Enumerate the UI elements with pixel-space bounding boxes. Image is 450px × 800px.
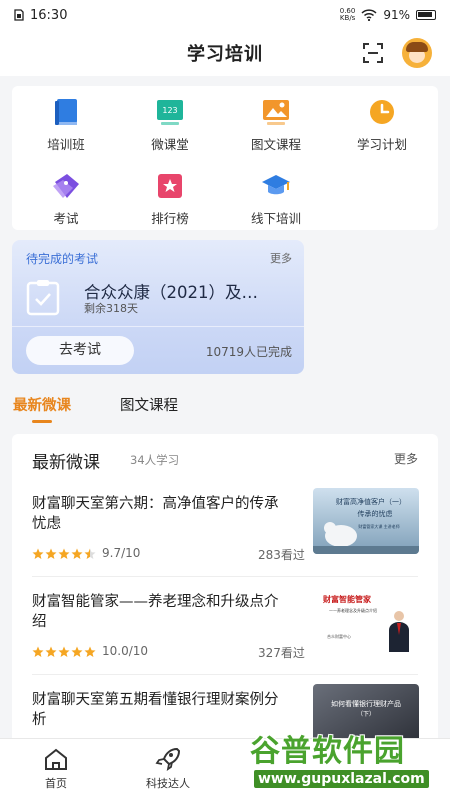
scan-icon[interactable]	[362, 42, 384, 64]
course-thumbnail: 财富智能管家 ——养老理念及升级点介绍 合众财富中心	[313, 586, 419, 652]
thumb-line-1: 如何看懂银行理财产品	[331, 699, 401, 708]
watermark-logo: 谷普软件园 www.gupuxlazal.com	[250, 726, 446, 796]
screen-123-icon: 123	[157, 100, 183, 125]
star-icon	[58, 646, 70, 657]
battery-percent: 91%	[383, 8, 410, 22]
star-icon	[32, 548, 44, 559]
avatar[interactable]	[402, 38, 432, 68]
sim-icon	[14, 9, 24, 21]
feature-grid: 培训班 123 微课堂 图文课程 学习计划 考试 排行榜 线下培训	[12, 86, 438, 230]
home-icon	[45, 748, 67, 770]
thumb-line-2: 传承的忧虑	[358, 509, 393, 518]
course-score: 10.0/10	[102, 644, 149, 658]
wifi-icon	[361, 9, 377, 21]
course-score: 9.7/10	[102, 546, 141, 560]
grid-item-training-class[interactable]: 培训班	[16, 98, 116, 153]
thumb-line-1: 财富智能管家	[322, 594, 372, 604]
grid-item-exam[interactable]: 考试	[16, 172, 116, 227]
star-icon	[71, 548, 83, 559]
exam-completed-count: 10719人已完成	[205, 345, 292, 359]
course-title: 财富聊天室第六期：高净值客户的传承忧虑	[32, 496, 279, 532]
grid-item-study-plan[interactable]: 学习计划	[332, 98, 432, 153]
rating-stars	[32, 646, 96, 658]
list-title: 最新微课	[32, 453, 100, 473]
picture-icon	[263, 100, 289, 125]
clipboard-check-icon	[26, 280, 60, 316]
net-speed: 0.60 KB/s	[339, 7, 356, 22]
rocket-icon	[155, 747, 181, 771]
exam-tag-icon	[53, 174, 79, 198]
pending-exam-tag: 待完成的考试	[26, 252, 99, 266]
grid-item-graphic-course[interactable]: 图文课程	[226, 98, 326, 153]
grid-item-offline-training[interactable]: 线下培训	[226, 172, 326, 227]
battery-icon	[416, 10, 436, 20]
list-item[interactable]: 财富智能管家——养老理念和升级点介绍 10.0/10 327看过 财富智能管家 …	[12, 586, 438, 692]
active-tab-indicator	[32, 420, 52, 423]
grid-item-ranking[interactable]: 排行榜	[120, 172, 220, 227]
list-learner-count: 34人学习	[130, 453, 180, 467]
course-views: 327看过	[258, 646, 305, 660]
exam-remaining: 剩余318天	[84, 302, 138, 315]
micro-course-list: 最新微课 34人学习 更多 财富聊天室第六期：高净值客户的传承忧虑 9.7/10…	[12, 434, 438, 754]
tab-latest-micro[interactable]: 最新微课	[13, 394, 71, 415]
course-title: 财富聊天室第五期看懂银行理财案例分析	[32, 692, 279, 728]
list-divider	[32, 674, 418, 675]
pending-exam-card[interactable]: 待完成的考试 更多 合众众康（2021）及… 剩余318天 去考试 10719人…	[12, 240, 304, 374]
book-icon	[55, 99, 77, 125]
exam-divider	[12, 326, 304, 327]
app-header: 学习培训	[0, 30, 450, 76]
thumb-line-2: ——养老理念及升级点介绍	[329, 607, 377, 613]
list-divider	[32, 576, 418, 577]
nav-tech-expert[interactable]: 科技达人	[128, 747, 208, 791]
star-icon	[84, 646, 96, 657]
thumb-line-1: 财富高净值客户（一）	[336, 497, 406, 506]
go-exam-button[interactable]: 去考试	[26, 336, 134, 365]
star-icon	[58, 548, 70, 559]
star-icon	[45, 548, 57, 559]
thumb-line-2: （下）	[357, 711, 375, 718]
course-views: 283看过	[258, 548, 305, 562]
svg-text:123: 123	[162, 106, 177, 115]
thumb-line-3: 财富管家大课 主讲老师	[358, 523, 399, 529]
course-thumbnail: 财富高净值客户（一） 传承的忧虑 财富管家大课 主讲老师	[313, 488, 419, 554]
nav-home[interactable]: 首页	[16, 747, 96, 791]
rating-stars	[32, 548, 96, 560]
star-icon	[71, 646, 83, 657]
exam-more-link[interactable]: 更多	[270, 250, 292, 266]
list-item[interactable]: 财富聊天室第六期：高净值客户的传承忧虑 9.7/10 283看过 财富高净值客户…	[12, 488, 438, 594]
star-icon	[84, 548, 96, 559]
status-time: 16:30	[30, 7, 68, 23]
clock-icon	[370, 100, 394, 124]
star-icon	[45, 646, 57, 657]
page-title: 学习培训	[187, 44, 263, 65]
star-icon	[32, 646, 44, 657]
ranking-star-icon	[158, 174, 182, 198]
list-more-link[interactable]: 更多	[394, 450, 418, 467]
course-tabs: 最新微课 图文课程	[0, 384, 450, 424]
status-bar: 16:30 0.60 KB/s 91%	[0, 0, 450, 30]
tab-graphic-course[interactable]: 图文课程	[120, 394, 178, 415]
thumb-line-3: 合众财富中心	[327, 633, 351, 639]
graduation-cap-icon	[262, 175, 290, 195]
grid-item-micro-class[interactable]: 123 微课堂	[120, 98, 220, 153]
course-title: 财富智能管家——养老理念和升级点介绍	[32, 594, 279, 630]
